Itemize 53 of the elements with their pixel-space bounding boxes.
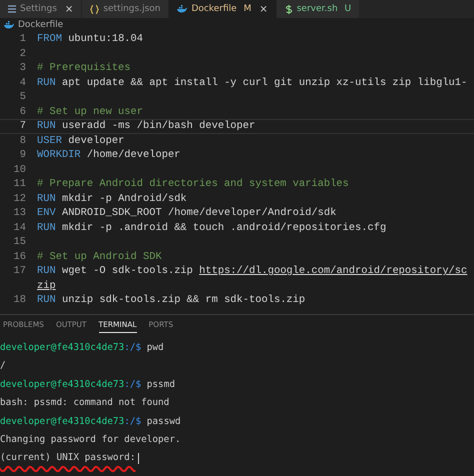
terminal-line: developer@fe4310c4de73:/$ pwd [0, 341, 165, 355]
line-number: 11 [12, 177, 27, 192]
terminal-line: (current) UNIX password: [0, 451, 136, 466]
code-line: RUN mkdir -p .android && touch .android/repositories.cfg [37, 220, 386, 235]
close-icon[interactable]: × [64, 4, 74, 14]
code-line: RUN mkdir -p Android/sdk [37, 192, 187, 206]
code-line: RUN unzip sdk-tools.zip && rm sdk-tools.zip [37, 293, 306, 308]
editor-tab[interactable]: settings.json [82, 0, 170, 18]
code-line: zip [37, 278, 57, 293]
code-line: RUN wget -O sdk-tools.zip https://dl.google.com/android/repository/sc [37, 264, 468, 278]
code-line: RUN useradd -ms /bin/bash developer [37, 119, 256, 134]
code-line: USER developer [37, 134, 124, 148]
code-line: WORKDIR /home/developer [37, 148, 180, 162]
line-number: 1 [18, 32, 27, 46]
terminal-line: Changing password for developer. [0, 433, 182, 448]
text-cursor [138, 453, 140, 464]
code-line: FROM ubuntu:18.04 [37, 32, 144, 46]
editor-tab[interactable]: server.sh U [276, 0, 360, 18]
line-number: 14 [12, 220, 27, 235]
terminal-line: developer@fe4310c4de73:/$ pssmd [0, 378, 176, 392]
line-number: 2 [18, 46, 27, 61]
code-line: RUN apt update && apt install -y curl git unzip xz-utils zip libglu1- [37, 76, 468, 90]
code-line: # Prepare Android directories and system variables [37, 177, 349, 192]
code-line: ENV ANDROID_SDK_ROOT /home/developer/Android/sdk [37, 206, 336, 220]
line-number: 13 [12, 206, 27, 220]
line-number: 15 [12, 235, 27, 250]
dollar-icon [284, 4, 293, 14]
line-number: 7 [18, 119, 27, 134]
line-number: 5 [18, 90, 27, 104]
braces-icon [90, 4, 100, 14]
line-number: 16 [12, 250, 27, 264]
breadcrumb-item[interactable]: Dockerfile [18, 20, 64, 30]
line-number: 8 [18, 134, 27, 148]
terminal-line: developer@fe4310c4de73:/$ passwd [0, 414, 182, 429]
code-line: # Set up Android SDK [37, 250, 162, 264]
line-number: 10 [12, 162, 27, 177]
terminal-line: bash: pssmd: command not found [0, 396, 170, 410]
editor-tab[interactable]: Settings × [0, 0, 82, 18]
line-number: 3 [18, 61, 27, 76]
whale-icon [177, 5, 188, 13]
line-number: 9 [18, 148, 27, 162]
line-number: 4 [18, 76, 27, 90]
line-number: 12 [12, 192, 27, 206]
line-number: 17 [12, 264, 27, 279]
whale-icon [4, 20, 14, 28]
line-number: 18 [12, 293, 27, 308]
editor-tab[interactable]: Dockerfile M × [169, 0, 277, 18]
code-line: # Set up new user [37, 104, 144, 119]
lines-icon [8, 5, 16, 13]
line-number: 6 [18, 104, 27, 119]
code-line: # Prerequisites [37, 61, 131, 76]
terminal-line: / [0, 359, 7, 374]
close-icon[interactable]: × [259, 4, 268, 14]
